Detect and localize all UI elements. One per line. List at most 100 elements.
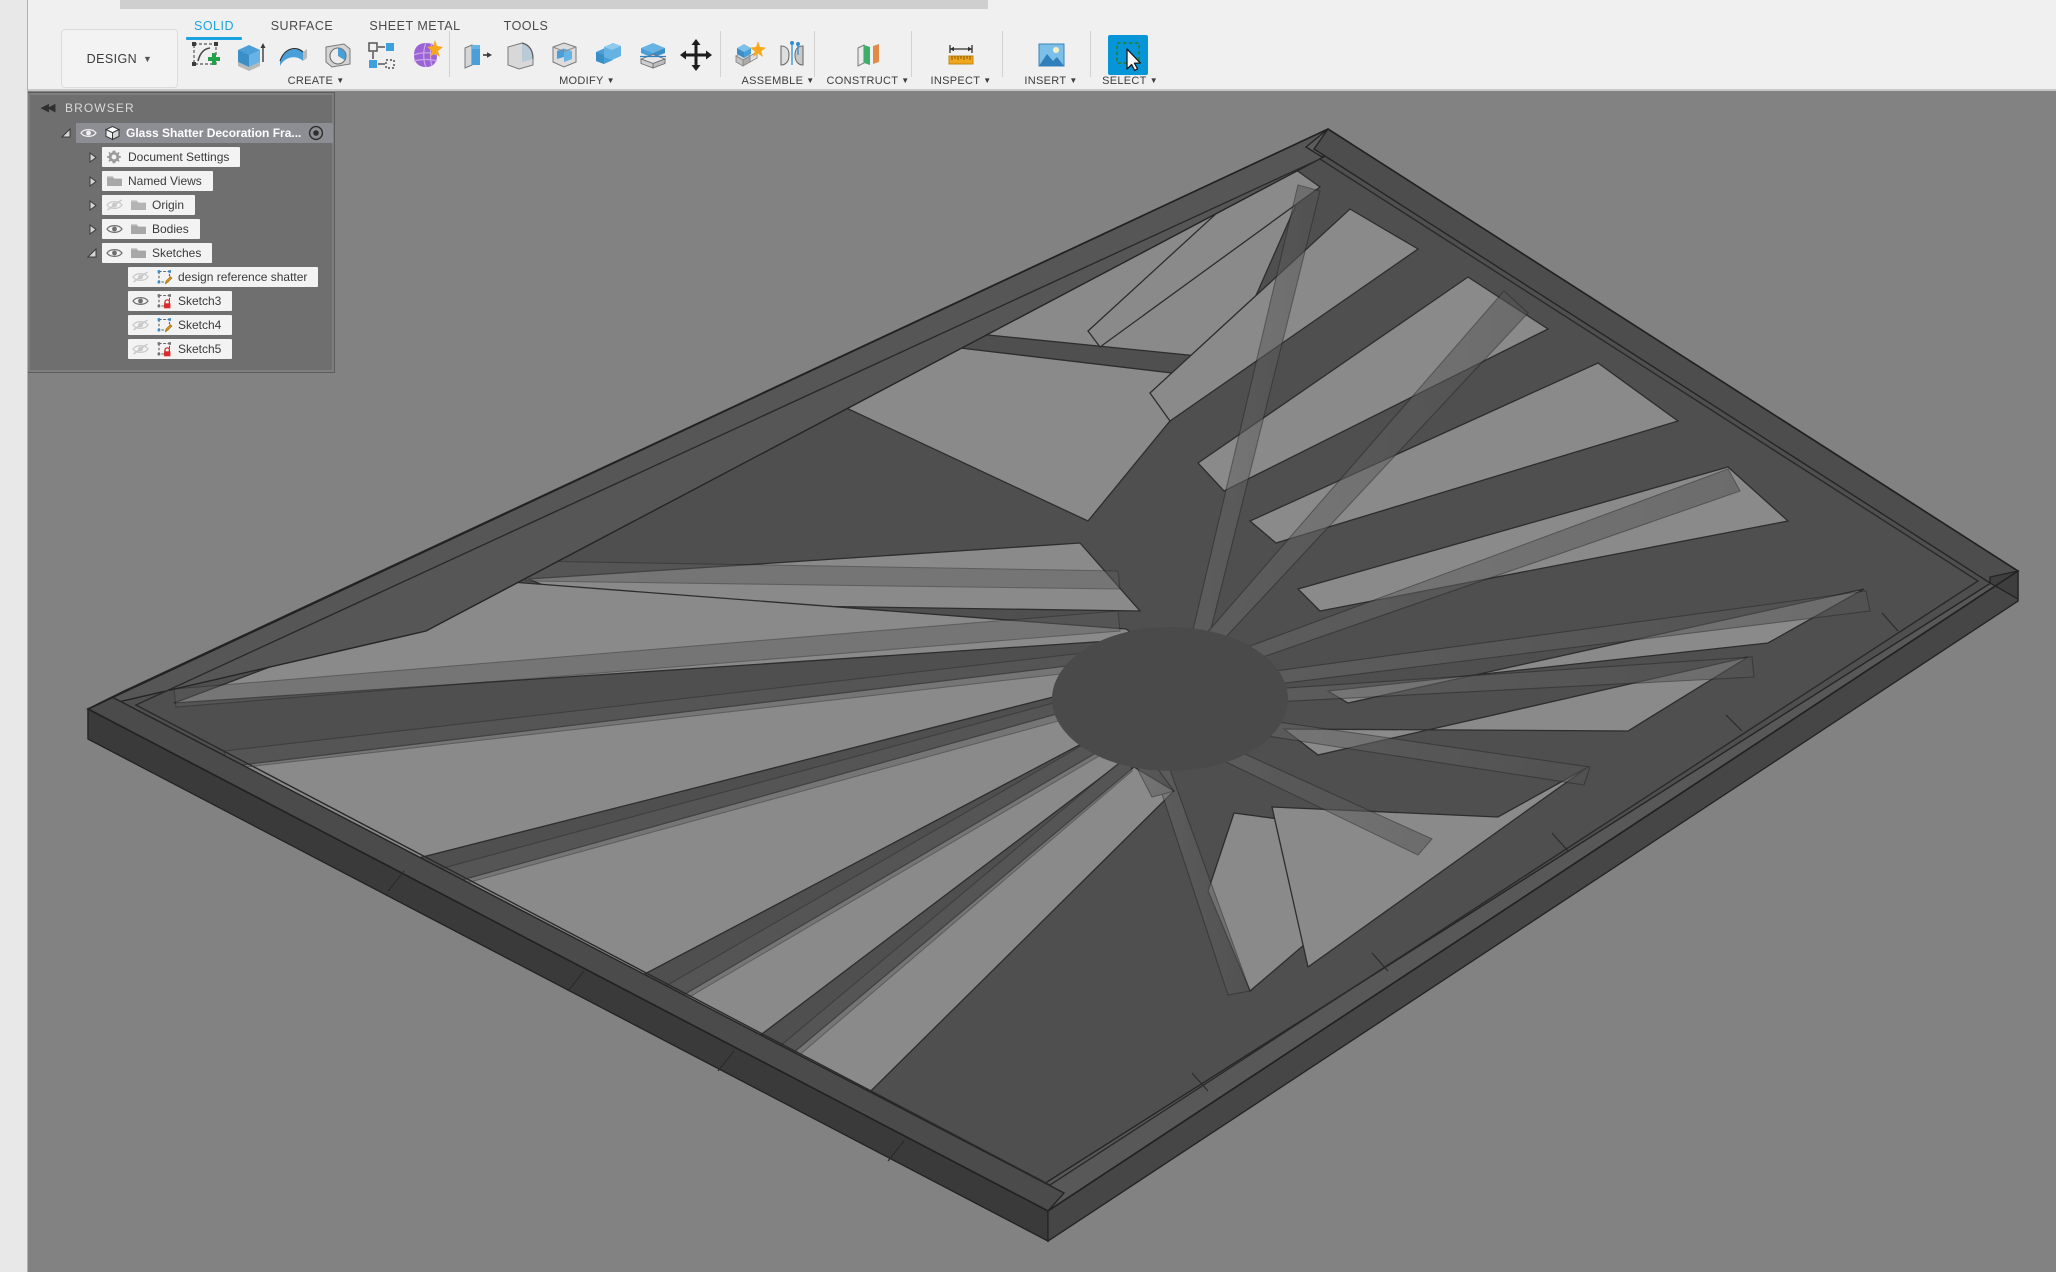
tree-node-document-settings-label: Document Settings <box>128 150 230 164</box>
tree-node-origin[interactable]: Origin <box>102 195 196 215</box>
left-edge-divider <box>27 0 28 1272</box>
construct-label-text: CONSTRUCT <box>826 75 899 87</box>
left-edge-strip <box>0 0 28 1272</box>
tree-node-bodies[interactable]: Bodies <box>102 219 200 239</box>
tree-row-design-reference-shatter[interactable]: design reference shatter <box>30 265 332 289</box>
ribbon-divider-2 <box>720 31 721 77</box>
visibility-hidden-icon[interactable] <box>128 267 152 287</box>
joint-icon[interactable] <box>772 35 812 75</box>
tree-node-document-settings[interactable]: Document Settings <box>102 147 241 167</box>
tree-node-root[interactable]: Glass Shatter Decoration Fra... <box>76 123 334 143</box>
tab-sheet-metal[interactable]: SHEET METAL <box>355 15 475 37</box>
sketch-locked-icon <box>152 339 176 359</box>
visibility-eye-icon[interactable] <box>102 219 126 239</box>
tree-node-sketches[interactable]: Sketches <box>102 243 213 263</box>
ribbon-group-assemble-label[interactable]: ASSEMBLE ▼ <box>728 75 828 89</box>
tab-sheet-metal-label: SHEET METAL <box>369 19 461 33</box>
split-face-icon[interactable] <box>632 35 672 75</box>
tree-node-design-reference-shatter[interactable]: design reference shatter <box>128 267 319 287</box>
expander-collapsed-icon[interactable] <box>82 169 102 193</box>
revolve-icon[interactable] <box>317 35 357 75</box>
expander-expanded-icon[interactable] <box>56 121 76 145</box>
tree-row-origin[interactable]: Origin <box>30 193 332 217</box>
folder-icon <box>102 171 126 191</box>
ribbon-group-inspect-label[interactable]: INSPECT ▼ <box>918 75 1004 89</box>
ribbon-group-modify-label[interactable]: MODIFY ▼ <box>456 75 718 89</box>
extrude-icon[interactable] <box>229 35 269 75</box>
shell-icon[interactable] <box>544 35 584 75</box>
sweep-icon[interactable] <box>273 35 313 75</box>
tree-node-named-views-label: Named Views <box>128 174 202 188</box>
ribbon-group-insert-icons <box>1031 35 1071 75</box>
collapse-left-icon[interactable]: ◀◀ <box>38 101 56 115</box>
ribbon-divider-1 <box>449 31 450 77</box>
form-icon[interactable] <box>405 35 445 75</box>
move-copy-icon[interactable] <box>676 35 716 75</box>
create-sketch-icon[interactable] <box>185 35 225 75</box>
press-pull-icon[interactable] <box>456 35 496 75</box>
tree-node-sketch3[interactable]: Sketch3 <box>128 291 233 311</box>
tree-row-document-settings[interactable]: Document Settings <box>30 145 332 169</box>
expander-expanded-icon[interactable] <box>82 241 102 265</box>
visibility-hidden-icon[interactable] <box>128 339 152 359</box>
ribbon-group-create-label[interactable]: CREATE ▼ <box>185 75 447 89</box>
tree-node-sketch5[interactable]: Sketch5 <box>128 339 233 359</box>
ribbon-group-construct: CONSTRUCT ▼ <box>823 35 913 91</box>
browser-title: BROWSER <box>65 100 135 115</box>
tree-row-sketch5[interactable]: Sketch5 <box>30 337 332 361</box>
visibility-eye-icon[interactable] <box>128 291 152 311</box>
tree-row-sketch3[interactable]: Sketch3 <box>30 289 332 313</box>
tree-node-named-views[interactable]: Named Views <box>102 171 213 191</box>
expander-collapsed-icon[interactable] <box>82 217 102 241</box>
activate-component-icon[interactable] <box>305 123 327 143</box>
tree-row-bodies[interactable]: Bodies <box>30 217 332 241</box>
folder-icon <box>126 243 150 263</box>
tree-row-root[interactable]: Glass Shatter Decoration Fra... <box>30 121 334 145</box>
expander-collapsed-icon[interactable] <box>82 145 102 169</box>
title-bar-right-segment <box>988 0 2056 9</box>
measure-icon[interactable] <box>941 35 981 75</box>
tab-tools[interactable]: TOOLS <box>493 15 559 37</box>
new-component-icon[interactable] <box>728 35 768 75</box>
ribbon-group-inspect-icons <box>941 35 981 75</box>
ribbon-group-select-label[interactable]: SELECT ▼ <box>1070 75 1190 89</box>
insert-label-text: INSERT <box>1024 75 1067 87</box>
ribbon-group-select: SELECT ▼ <box>1070 35 1190 91</box>
offset-plane-icon[interactable] <box>848 35 888 75</box>
assemble-label-text: ASSEMBLE <box>741 75 804 87</box>
ribbon-group-create: CREATE ▼ <box>185 35 447 91</box>
expander-collapsed-icon[interactable] <box>82 193 102 217</box>
visibility-eye-icon[interactable] <box>102 243 126 263</box>
insert-image-icon[interactable] <box>1031 35 1071 75</box>
tree-node-sketch4[interactable]: Sketch4 <box>128 315 233 335</box>
chevron-down-icon: ▼ <box>806 76 815 85</box>
visibility-hidden-icon[interactable] <box>128 315 152 335</box>
pattern-rectangular-icon[interactable] <box>361 35 401 75</box>
tree-node-root-label: Glass Shatter Decoration Fra... <box>126 126 302 140</box>
chevron-down-icon: ▼ <box>983 76 992 85</box>
workspace-switcher-button[interactable]: DESIGN ▼ <box>61 29 178 88</box>
fillet-icon[interactable] <box>500 35 540 75</box>
workspace-switcher-label: DESIGN <box>86 51 137 66</box>
combine-icon[interactable] <box>588 35 628 75</box>
tab-solid[interactable]: SOLID <box>183 15 245 40</box>
ribbon-group-construct-icons <box>848 35 888 75</box>
tab-tools-label: TOOLS <box>503 19 549 33</box>
tree-row-sketches[interactable]: Sketches <box>30 241 332 265</box>
ribbon-group-select-icons <box>1108 35 1148 75</box>
browser-panel: ◀◀ BROWSER Glass Shatter Decoration Fra.… <box>28 93 334 372</box>
tree-node-origin-label: Origin <box>152 198 185 212</box>
ribbon-group-construct-label[interactable]: CONSTRUCT ▼ <box>823 75 913 89</box>
tab-surface-label: SURFACE <box>270 19 334 33</box>
select-window-icon[interactable] <box>1108 35 1148 75</box>
tree-row-named-views[interactable]: Named Views <box>30 169 332 193</box>
tree-row-sketch4[interactable]: Sketch4 <box>30 313 332 337</box>
ribbon-divider-5 <box>1002 31 1003 77</box>
visibility-hidden-icon[interactable] <box>102 195 126 215</box>
sketch-unlocked-icon <box>152 315 176 335</box>
visibility-eye-icon[interactable] <box>76 123 100 143</box>
folder-icon <box>126 195 150 215</box>
chevron-down-icon: ▼ <box>336 76 345 85</box>
chevron-down-icon: ▼ <box>143 53 153 64</box>
tab-surface[interactable]: SURFACE <box>261 15 343 37</box>
